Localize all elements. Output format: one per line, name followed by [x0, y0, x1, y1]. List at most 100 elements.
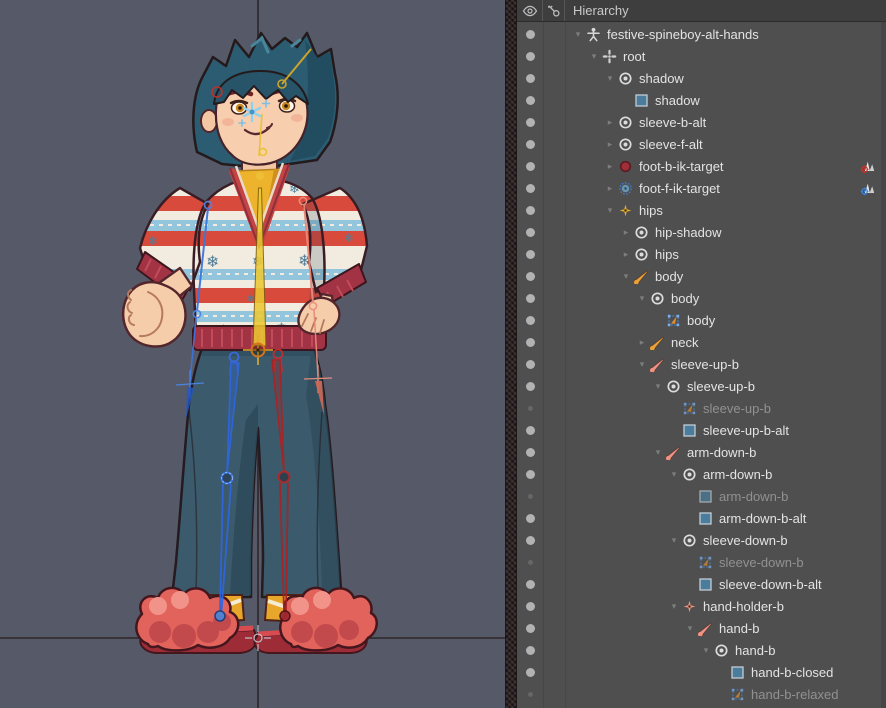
- chevron-down-icon[interactable]: ▾: [634, 353, 650, 375]
- tree-row[interactable]: ▾ arm-down-b: [517, 441, 881, 463]
- viewport-canvas[interactable]: ❄❄ ❄❄ ❄❄ ❄❄ ❄❄ ❄❄: [0, 0, 505, 708]
- chevron-right-icon[interactable]: ▸: [618, 243, 634, 265]
- visibility-dot[interactable]: [525, 29, 535, 39]
- visibility-dot[interactable]: [525, 73, 535, 83]
- visibility-dot[interactable]: [527, 559, 533, 565]
- tree-row[interactable]: shadow: [517, 89, 881, 111]
- visibility-dot[interactable]: [527, 493, 533, 499]
- tree-row[interactable]: ▾ root: [517, 45, 881, 67]
- tree-row[interactable]: sleeve-up-b: [517, 397, 881, 419]
- visibility-dot[interactable]: [525, 645, 535, 655]
- visibility-dot[interactable]: [525, 535, 535, 545]
- bone-salmon-icon: [666, 444, 683, 460]
- ik-blue-constraint-icon[interactable]: [860, 180, 876, 196]
- slot-icon: [618, 70, 635, 86]
- lock-column-header[interactable]: [543, 0, 565, 21]
- tree-row[interactable]: ▸ sleeve-b-alt: [517, 111, 881, 133]
- tree-row[interactable]: ▾ sleeve-down-b: [517, 529, 881, 551]
- tree-row[interactable]: ▸ neck: [517, 331, 881, 353]
- chevron-right-icon[interactable]: ▸: [602, 155, 618, 177]
- chevron-down-icon[interactable]: ▾: [666, 595, 682, 617]
- visibility-dot[interactable]: [525, 579, 535, 589]
- editor-viewport[interactable]: ❄❄ ❄❄ ❄❄ ❄❄ ❄❄ ❄❄: [0, 0, 505, 708]
- visibility-dot[interactable]: [525, 667, 535, 677]
- tree-row[interactable]: ▾ body: [517, 265, 881, 287]
- tree-row[interactable]: ▾ hand-holder-b: [517, 595, 881, 617]
- visibility-dot[interactable]: [525, 205, 535, 215]
- visibility-dot[interactable]: [525, 337, 535, 347]
- visibility-dot[interactable]: [525, 51, 535, 61]
- tree-row[interactable]: ▾ hand-b: [517, 639, 881, 661]
- tree-row[interactable]: ▾ hips: [517, 199, 881, 221]
- ik-red-constraint-icon[interactable]: [860, 158, 876, 174]
- tree-row[interactable]: ▾ body: [517, 287, 881, 309]
- panel-resize-handle[interactable]: [505, 0, 517, 708]
- chevron-right-icon[interactable]: ▸: [634, 331, 650, 353]
- tree-row[interactable]: sleeve-up-b-alt: [517, 419, 881, 441]
- svg-text:❄: ❄: [198, 181, 211, 199]
- chevron-down-icon[interactable]: ▾: [666, 529, 682, 551]
- visibility-dot[interactable]: [525, 95, 535, 105]
- visibility-dot[interactable]: [525, 117, 535, 127]
- tree-row[interactable]: sleeve-down-b: [517, 551, 881, 573]
- tree-row[interactable]: ▸ sleeve-f-alt: [517, 133, 881, 155]
- tree-row[interactable]: ▾ sleeve-up-b: [517, 353, 881, 375]
- visibility-dot[interactable]: [525, 227, 535, 237]
- chevron-down-icon[interactable]: ▾: [666, 463, 682, 485]
- chevron-right-icon[interactable]: ▸: [602, 133, 618, 155]
- visibility-dot[interactable]: [525, 601, 535, 611]
- visibility-dot[interactable]: [525, 381, 535, 391]
- chevron-down-icon[interactable]: ▾: [634, 287, 650, 309]
- chevron-right-icon[interactable]: ▸: [602, 177, 618, 199]
- chevron-down-icon[interactable]: ▾: [618, 265, 634, 287]
- tree-row[interactable]: hand-b-relaxed: [517, 683, 881, 705]
- visibility-dot[interactable]: [525, 161, 535, 171]
- visibility-dot[interactable]: [525, 271, 535, 281]
- visibility-dot[interactable]: [525, 469, 535, 479]
- tree-row[interactable]: ▾ hand-b: [517, 617, 881, 639]
- tree-row[interactable]: arm-down-b-alt: [517, 507, 881, 529]
- scrollbar-track[interactable]: [881, 22, 886, 708]
- visibility-dot[interactable]: [527, 691, 533, 697]
- visibility-dot[interactable]: [525, 447, 535, 457]
- tree-row[interactable]: ▾ sleeve-up-b: [517, 375, 881, 397]
- visibility-dot[interactable]: [525, 623, 535, 633]
- visibility-dot[interactable]: [525, 513, 535, 523]
- panel-title: Hierarchy: [573, 3, 629, 18]
- tree-item-label: shadow: [639, 70, 684, 86]
- chevron-down-icon[interactable]: ▾: [602, 199, 618, 221]
- chevron-down-icon[interactable]: ▾: [698, 639, 714, 661]
- tree-row[interactable]: ▾ arm-down-b: [517, 463, 881, 485]
- tree-row[interactable]: arm-down-b: [517, 485, 881, 507]
- tree-item-label: foot-b-ik-target: [639, 158, 724, 174]
- tree-row[interactable]: hand-b-closed: [517, 661, 881, 683]
- chevron-down-icon[interactable]: ▾: [602, 67, 618, 89]
- tree-row[interactable]: body: [517, 309, 881, 331]
- bone-red-icon: [618, 158, 635, 174]
- visibility-dot[interactable]: [525, 359, 535, 369]
- visibility-dot[interactable]: [525, 183, 535, 193]
- visibility-dot[interactable]: [525, 249, 535, 259]
- mesh-icon: [666, 312, 683, 328]
- character-festive-spineboy[interactable]: ❄❄ ❄❄ ❄❄ ❄❄ ❄❄ ❄❄: [121, 31, 378, 654]
- chevron-down-icon[interactable]: ▾: [682, 617, 698, 639]
- chevron-down-icon[interactable]: ▾: [650, 375, 666, 397]
- tree-row[interactable]: ▸ hips: [517, 243, 881, 265]
- tree-row[interactable]: ▸ hip-shadow: [517, 221, 881, 243]
- tree-row[interactable]: ▾ festive-spineboy-alt-hands: [517, 23, 881, 45]
- visibility-dot[interactable]: [525, 425, 535, 435]
- chevron-down-icon[interactable]: ▾: [650, 441, 666, 463]
- visibility-dot[interactable]: [527, 405, 533, 411]
- visibility-dot[interactable]: [525, 293, 535, 303]
- tree-row[interactable]: ▸ foot-f-ik-target: [517, 177, 881, 199]
- visibility-dot[interactable]: [525, 139, 535, 149]
- chevron-right-icon[interactable]: ▸: [602, 111, 618, 133]
- visibility-column-header[interactable]: [517, 0, 543, 21]
- tree-row[interactable]: ▸ foot-b-ik-target: [517, 155, 881, 177]
- tree-row[interactable]: ▾ shadow: [517, 67, 881, 89]
- chevron-right-icon[interactable]: ▸: [618, 221, 634, 243]
- visibility-dot[interactable]: [525, 315, 535, 325]
- tree-row[interactable]: sleeve-down-b-alt: [517, 573, 881, 595]
- chevron-down-icon[interactable]: ▾: [586, 45, 602, 67]
- chevron-down-icon[interactable]: ▾: [570, 23, 586, 45]
